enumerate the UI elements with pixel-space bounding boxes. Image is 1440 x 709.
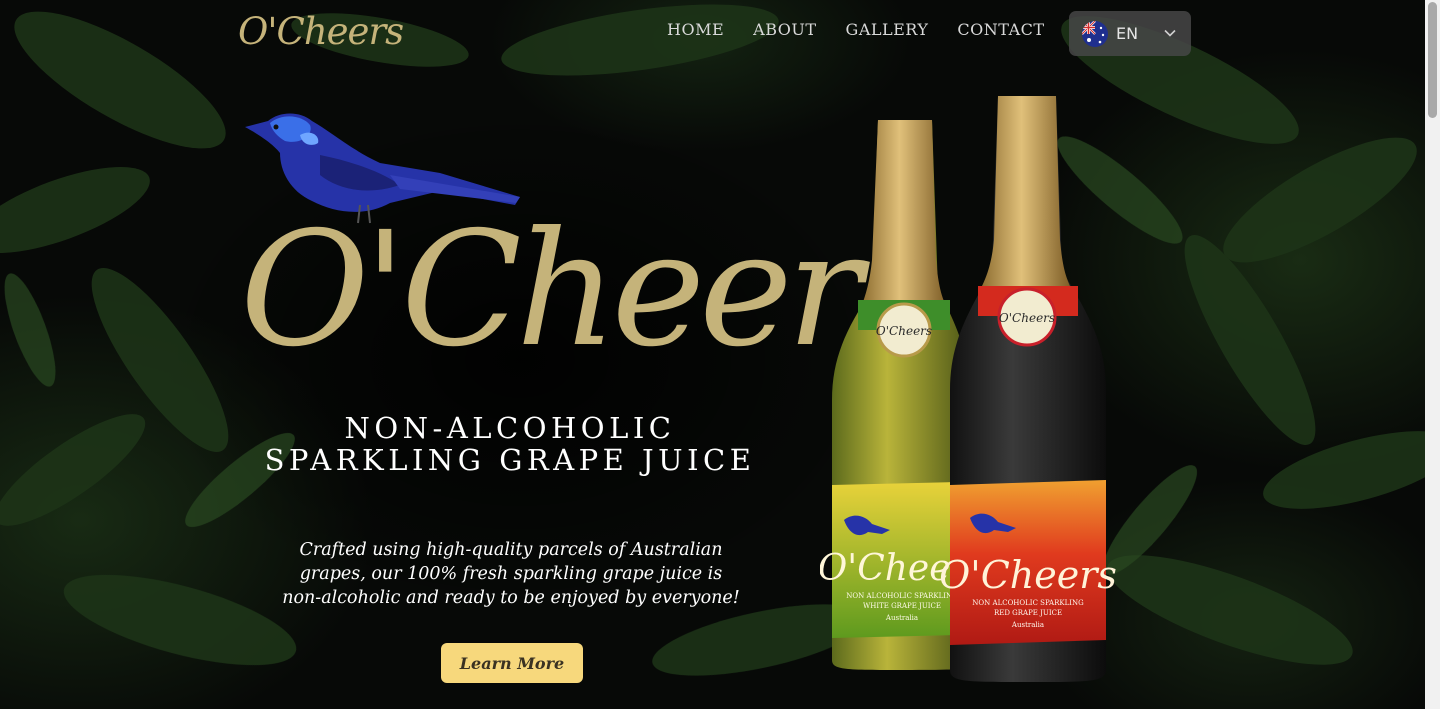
nav-home[interactable]: HOME <box>667 20 724 39</box>
red-bottle-origin: Australia <box>1011 621 1044 629</box>
hero-description: Crafted using high-quality parcels of Au… <box>282 540 740 608</box>
header-logo[interactable]: O'Cheers <box>238 10 404 53</box>
hero-logo: O'Cheers <box>240 198 937 382</box>
chevron-down-icon <box>1164 29 1176 37</box>
page-scrollbar[interactable] <box>1425 0 1440 709</box>
language-code: EN <box>1116 24 1139 43</box>
product-bottles-image: O'Cheers O'Cheers NON ALCOHOLIC SPARKLIN… <box>820 96 1117 682</box>
nav-about[interactable]: ABOUT <box>753 20 816 39</box>
scrollbar-thumb[interactable] <box>1428 2 1437 118</box>
hero-section: O'Cheers HOME ABOUT GALLERY CONTACT EN O… <box>0 0 1425 709</box>
language-selector[interactable]: EN <box>1069 11 1191 56</box>
main-nav: HOME ABOUT GALLERY CONTACT <box>667 20 1045 39</box>
red-bottle-line-1: NON ALCOHOLIC SPARKLING <box>972 599 1084 607</box>
tagline-line-2: SPARKLING GRAPE JUICE <box>264 443 756 477</box>
tagline-line-1: NON-ALCOHOLIC <box>344 411 676 445</box>
white-bottle-seal: O'Cheers <box>876 324 932 338</box>
learn-more-button[interactable]: Learn More <box>441 643 583 683</box>
red-bottle-seal: O'Cheers <box>999 311 1055 325</box>
white-bottle-origin: Australia <box>885 614 918 622</box>
red-bottle-line-2: RED GRAPE JUICE <box>994 609 1062 617</box>
nav-gallery[interactable]: GALLERY <box>846 20 929 39</box>
red-bottle-brand: O'Cheers <box>939 553 1117 597</box>
nav-contact[interactable]: CONTACT <box>957 20 1044 39</box>
hero-tagline: NON-ALCOHOLIC SPARKLING GRAPE JUICE <box>230 412 790 476</box>
red-grape-bottle: O'Cheers O'Cheers NON ALCOHOLIC SPARKLIN… <box>939 96 1117 682</box>
white-bottle-line-2: WHITE GRAPE JUICE <box>863 602 941 610</box>
australia-flag-icon <box>1082 20 1108 47</box>
